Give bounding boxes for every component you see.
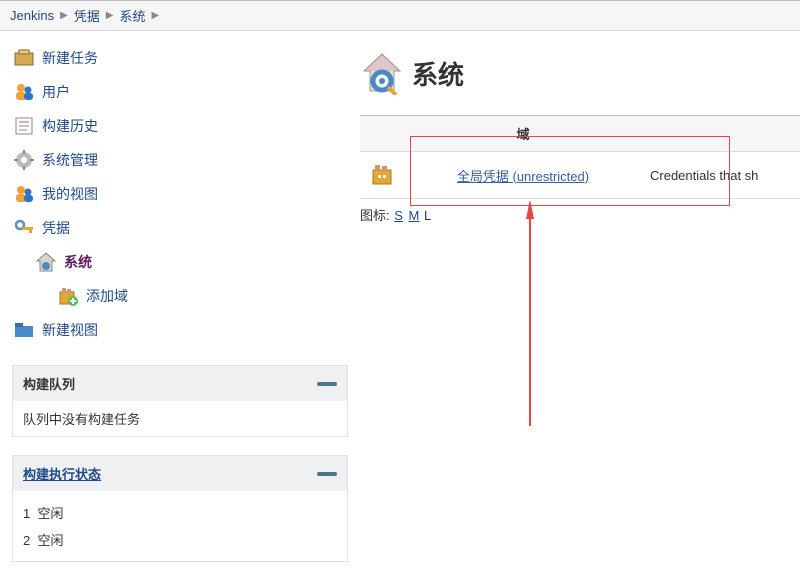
chevron-right-icon: ▶ <box>106 10 114 21</box>
breadcrumb-credentials[interactable]: 凭据 <box>74 6 100 25</box>
executor-row: 1 空闲 <box>23 499 337 526</box>
build-queue-body: 队列中没有构建任务 <box>13 401 347 436</box>
sidebar-label: 新建视图 <box>42 320 98 340</box>
sidebar-item-credentials[interactable]: 凭据 <box>12 211 348 245</box>
executor-pane: 构建执行状态 1 空闲 2 空闲 <box>12 455 348 562</box>
icon-size-legend: 图标: S M L <box>360 199 800 230</box>
sidebar-item-myviews[interactable]: 我的视图 <box>12 177 348 211</box>
system-icon <box>34 250 58 274</box>
table-header-domain: 域 <box>406 116 640 152</box>
page-title: 系统 <box>412 55 464 92</box>
sidebar-item-add-domain[interactable]: 添加域 <box>56 279 348 313</box>
domain-icon <box>370 162 396 188</box>
sidebar-label: 我的视图 <box>42 184 98 204</box>
breadcrumb-jenkins[interactable]: Jenkins <box>10 8 54 23</box>
breadcrumb-system[interactable]: 系统 <box>120 6 146 25</box>
table-header-icon <box>360 116 406 152</box>
table-row: 全局凭据 (unrestricted) Credentials that sh <box>360 152 800 199</box>
collapse-icon[interactable] <box>317 382 337 386</box>
icon-size-l: L <box>424 208 431 223</box>
sidebar-label: 凭据 <box>42 218 70 238</box>
executor-state: 空闲 <box>37 533 63 548</box>
main-content: 系统 域 全局凭据 (unrestricted) Credentials tha… <box>360 31 800 572</box>
folder-icon <box>12 318 36 342</box>
sidebar-item-system[interactable]: 系统 <box>34 245 348 279</box>
system-title-icon <box>360 51 404 95</box>
people-icon <box>12 80 36 104</box>
sidebar-label: 系统 <box>64 252 92 272</box>
icon-size-m[interactable]: M <box>409 208 420 223</box>
sidebar-item-new-view[interactable]: 新建视图 <box>12 313 348 347</box>
collapse-icon[interactable] <box>317 472 337 476</box>
table-header-desc <box>640 116 800 152</box>
executor-state: 空闲 <box>37 506 63 521</box>
sidebar-label: 构建历史 <box>42 116 98 136</box>
sidebar-label: 用户 <box>42 82 70 102</box>
executor-num: 1 <box>23 506 30 521</box>
sidebar-item-history[interactable]: 构建历史 <box>12 109 348 143</box>
annotation-arrow <box>510 201 550 431</box>
sidebar-label: 系统管理 <box>42 150 98 170</box>
sidebar-label: 添加域 <box>86 286 128 306</box>
sidebar-item-new-job[interactable]: 新建任务 <box>12 41 348 75</box>
chevron-right-icon: ▶ <box>60 10 68 21</box>
history-icon <box>12 114 36 138</box>
legend-prefix: 图标: <box>360 208 390 223</box>
domain-link[interactable]: 全局凭据 (unrestricted) <box>457 169 589 184</box>
row-icon-cell <box>360 152 406 199</box>
icon-size-s[interactable]: S <box>394 208 403 223</box>
pane-header: 构建队列 <box>13 366 347 401</box>
myview-icon <box>12 182 36 206</box>
sidebar-item-people[interactable]: 用户 <box>12 75 348 109</box>
page-header: 系统 <box>360 51 800 95</box>
add-domain-icon <box>56 284 80 308</box>
breadcrumb: Jenkins ▶ 凭据 ▶ 系统 ▶ <box>0 0 800 31</box>
new-job-icon <box>12 46 36 70</box>
executor-row: 2 空闲 <box>23 526 337 553</box>
pane-header: 构建执行状态 <box>13 456 347 491</box>
build-queue-title: 构建队列 <box>23 374 75 393</box>
domain-table: 域 全局凭据 (unrestricted) Credentials that s… <box>360 115 800 199</box>
credentials-icon <box>12 216 36 240</box>
gear-icon <box>12 148 36 172</box>
build-queue-pane: 构建队列 队列中没有构建任务 <box>12 365 348 437</box>
row-desc: Credentials that sh <box>640 152 800 199</box>
queue-empty-text: 队列中没有构建任务 <box>23 412 140 427</box>
sidebar: 新建任务 用户 构建历史 系统管理 我的视图 凭据 系统 <box>0 31 360 572</box>
executor-title[interactable]: 构建执行状态 <box>23 464 101 483</box>
chevron-right-icon: ▶ <box>152 10 160 21</box>
sidebar-item-manage[interactable]: 系统管理 <box>12 143 348 177</box>
executor-body: 1 空闲 2 空闲 <box>13 491 347 561</box>
executor-num: 2 <box>23 533 30 548</box>
sidebar-label: 新建任务 <box>42 48 98 68</box>
